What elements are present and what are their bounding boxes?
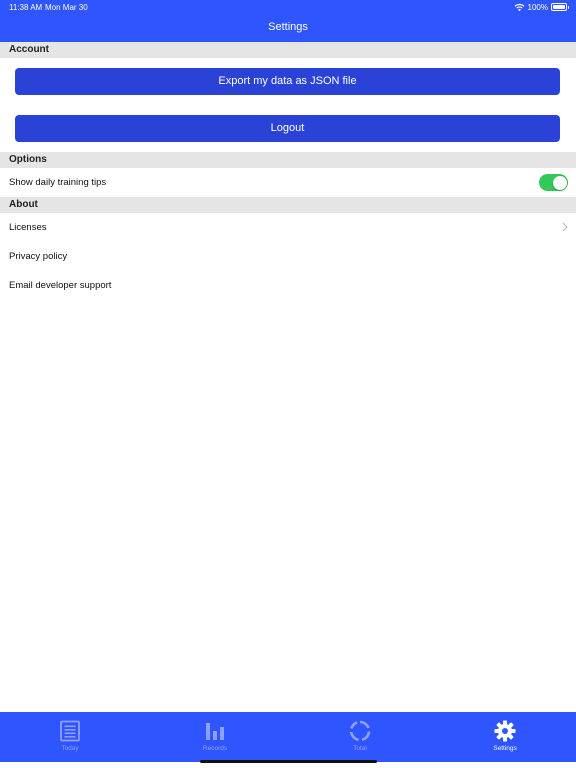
battery-percentage: 100% xyxy=(527,2,548,12)
section-header-about: About xyxy=(0,197,576,213)
privacy-policy-row[interactable]: Privacy policy xyxy=(0,242,576,271)
toggle-knob xyxy=(552,175,567,190)
tab-today-label: Today xyxy=(61,745,79,752)
section-header-account: Account xyxy=(0,42,576,58)
status-indicators: 100% xyxy=(514,2,569,12)
battery-fill xyxy=(553,5,565,9)
wifi-icon xyxy=(514,3,524,11)
today-icon xyxy=(60,720,80,742)
email-support-row[interactable]: Email developer support xyxy=(0,271,576,300)
tab-total-label: Total xyxy=(353,745,367,752)
battery-icon xyxy=(551,3,569,11)
tab-bar: Today Records Total Settings xyxy=(0,712,576,762)
chevron-right-icon xyxy=(562,213,568,242)
licenses-row[interactable]: Licenses xyxy=(0,213,576,242)
settings-gear-icon xyxy=(494,720,516,742)
tab-settings[interactable]: Settings xyxy=(460,712,550,762)
status-date: Mon Mar 30 xyxy=(45,3,88,12)
tab-settings-label: Settings xyxy=(493,745,517,752)
page-title: Settings xyxy=(268,21,308,33)
status-time: 11:38 AM xyxy=(9,3,43,12)
email-support-label: Email developer support xyxy=(9,280,112,291)
tab-today[interactable]: Today xyxy=(25,712,115,762)
logout-button[interactable]: Logout xyxy=(15,115,560,142)
tab-records[interactable]: Records xyxy=(170,712,260,762)
export-json-button[interactable]: Export my data as JSON file xyxy=(15,68,560,95)
records-icon xyxy=(206,723,224,740)
total-icon xyxy=(349,720,371,742)
tab-records-label: Records xyxy=(202,745,228,752)
licenses-label: Licenses xyxy=(9,222,47,233)
tab-total[interactable]: Total xyxy=(315,712,405,762)
privacy-policy-label: Privacy policy xyxy=(9,251,68,262)
navigation-bar: 11:38 AM Mon Mar 30 100% Settings xyxy=(0,0,576,42)
section-header-options: Options xyxy=(0,152,576,168)
daily-tips-label: Show daily training tips xyxy=(9,177,107,188)
daily-tips-row: Show daily training tips xyxy=(0,168,576,197)
home-indicator xyxy=(200,760,377,763)
daily-tips-toggle[interactable] xyxy=(539,174,568,191)
